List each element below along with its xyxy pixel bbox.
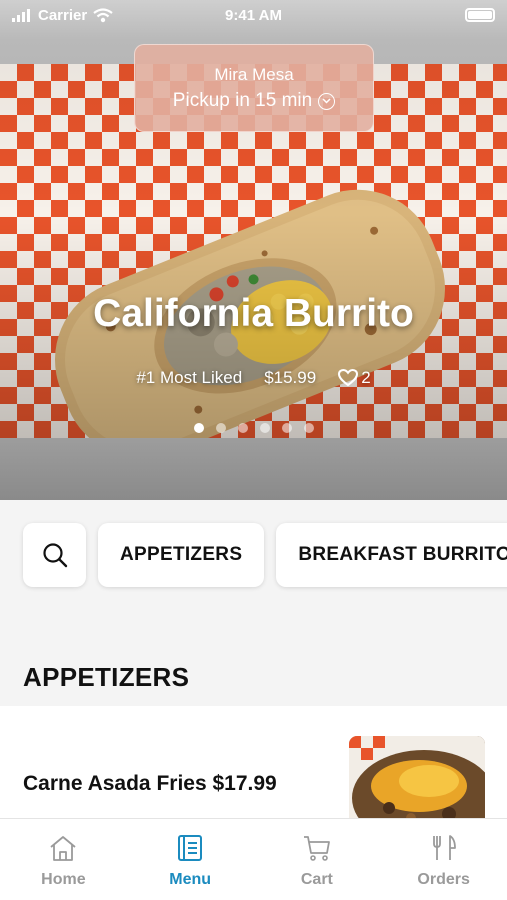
likes-count: 2 [361,368,371,387]
pickup-time-label: Pickup in 15 min [172,90,313,111]
featured-price: $15.99 [264,368,317,387]
heart-icon [338,369,359,387]
tab-menu[interactable]: Menu [127,819,254,900]
search-icon [42,543,67,568]
pickup-time-row: Pickup in 15 min [135,90,373,112]
tab-menu-label: Menu [169,871,212,888]
battery-icon [465,8,495,22]
featured-item-meta: #1 Most Liked $15.99 2 [0,368,507,388]
carousel-dot[interactable] [259,423,270,433]
featured-badge: #1 Most Liked [136,368,243,387]
hero-carousel[interactable]: Carrier 9:41 AM Mira Mesa Pickup in 15 m… [0,0,507,500]
clock: 9:41 AM [225,7,282,24]
pickup-location: Mira Mesa [214,65,294,84]
carousel-dot[interactable] [303,423,314,433]
hero-footer-shade [0,438,507,500]
carousel-dot[interactable] [193,423,204,433]
menu-book-icon [178,835,203,861]
carousel-pagination[interactable] [0,423,507,433]
tab-cart[interactable]: Cart [254,819,381,900]
status-bar: Carrier 9:41 AM [0,0,507,32]
fork-knife-icon [432,835,456,860]
tab-cart-label: Cart [300,871,333,888]
chevron-down-icon [318,92,336,110]
section-heading: APPETIZERS [23,662,190,692]
tab-orders[interactable]: Orders [380,819,507,900]
tab-home[interactable]: Home [0,819,127,900]
carousel-dot[interactable] [215,423,226,433]
search-button[interactable] [23,523,86,587]
category-bar: APPETIZERS BREAKFAST BURRITOS [0,500,507,620]
cart-icon [303,836,330,861]
pickup-selector[interactable]: Mira Mesa Pickup in 15 min [134,44,374,132]
category-chip-breakfast-burritos[interactable]: BREAKFAST BURRITOS [276,523,507,587]
category-chip-appetizers[interactable]: APPETIZERS [98,523,265,587]
tab-orders-label: Orders [417,871,470,888]
menu-item-name: Carne Asada Fries $17.99 [23,772,277,795]
carousel-dot[interactable] [237,423,248,433]
home-icon [50,836,76,861]
featured-likes[interactable]: 2 [338,368,371,388]
tab-home-label: Home [41,871,86,888]
featured-item-title[interactable]: California Burrito [0,292,507,336]
carousel-dot[interactable] [281,423,292,433]
tab-bar: Home Menu Cart Orders [0,818,507,900]
